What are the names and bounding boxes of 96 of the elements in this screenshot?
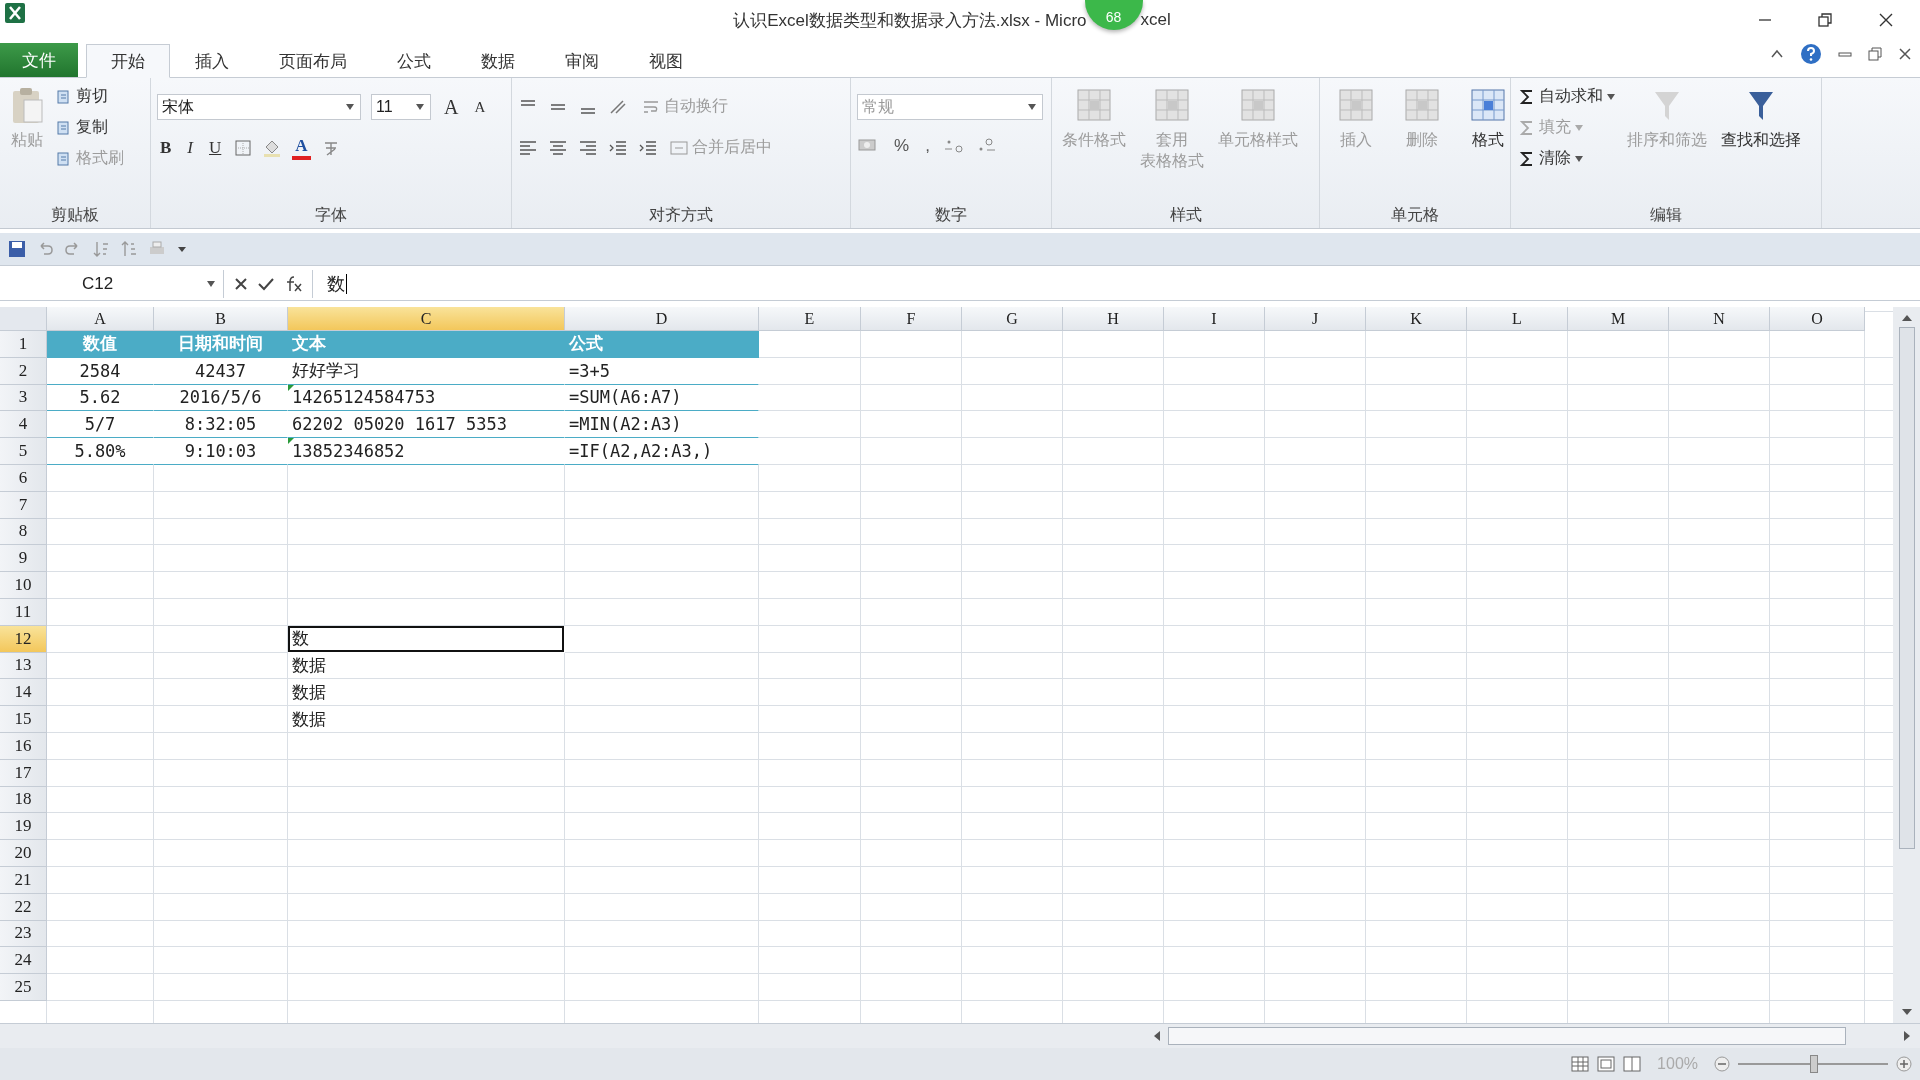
row-header[interactable]: 13: [0, 652, 47, 680]
file-tab[interactable]: 文件: [0, 43, 78, 77]
row-header[interactable]: 12: [0, 625, 47, 653]
column-header[interactable]: I: [1164, 307, 1265, 331]
row-header[interactable]: 23: [0, 920, 47, 948]
column-header[interactable]: M: [1568, 307, 1669, 331]
row-header[interactable]: 15: [0, 706, 47, 733]
table-cell[interactable]: 数: [288, 625, 565, 653]
table-cell[interactable]: 2016/5/6: [154, 384, 288, 412]
column-header[interactable]: H: [1063, 307, 1164, 331]
column-header[interactable]: A: [47, 307, 154, 331]
row-header[interactable]: 20: [0, 840, 47, 867]
table-cell[interactable]: 5/7: [47, 411, 154, 439]
table-cell[interactable]: 14265124584753: [288, 384, 565, 412]
row-header[interactable]: 24: [0, 947, 47, 975]
table-cell[interactable]: 5.80%: [47, 438, 154, 465]
table-cell[interactable]: =IF(A2,A2:A3,): [565, 438, 759, 465]
font-color-button[interactable]: A: [292, 136, 311, 160]
font-size-field[interactable]: 11: [371, 94, 431, 120]
edit-button[interactable]: 清除: [1517, 146, 1617, 171]
clipboard-button[interactable]: 剪切: [54, 84, 126, 109]
row-header[interactable]: 6: [0, 465, 47, 492]
column-header[interactable]: N: [1669, 307, 1770, 331]
column-header[interactable]: D: [565, 307, 759, 331]
table-cell[interactable]: 8:32:05: [154, 411, 288, 439]
zoom-level: 100%: [1657, 1055, 1698, 1073]
table-cell[interactable]: =MIN(A2:A3): [565, 411, 759, 439]
font-name-field[interactable]: 宋体: [157, 94, 361, 120]
ribbon-tab[interactable]: 插入: [170, 44, 254, 78]
row-header[interactable]: 10: [0, 572, 47, 599]
row-header[interactable]: 9: [0, 545, 47, 573]
column-header[interactable]: F: [861, 307, 962, 331]
shrink-font-button[interactable]: A: [471, 98, 489, 116]
format-button[interactable]: B: [157, 138, 175, 158]
clipboard-button[interactable]: 复制: [54, 115, 126, 140]
row-header[interactable]: 7: [0, 491, 47, 519]
row-header[interactable]: 17: [0, 759, 47, 787]
group-label: 数字: [934, 205, 968, 225]
group-label: 对齐方式: [648, 205, 714, 225]
ribbon-tab[interactable]: 视图: [624, 44, 708, 78]
table-cell[interactable]: 9:10:03: [154, 438, 288, 465]
table-cell[interactable]: 5.62: [47, 384, 154, 412]
column-header[interactable]: B: [154, 307, 288, 331]
table-cell[interactable]: 数据: [288, 679, 565, 707]
row-header[interactable]: 16: [0, 732, 47, 760]
group-label: 剪贴板: [50, 205, 100, 225]
group-label: 编辑: [1649, 205, 1683, 225]
name-box[interactable]: C12: [0, 270, 224, 298]
row-header[interactable]: 8: [0, 518, 47, 546]
window-title: xcel: [1140, 10, 1171, 30]
group-label: 样式: [1168, 205, 1203, 225]
column-header[interactable]: J: [1265, 307, 1366, 331]
formula-field[interactable]: 数: [312, 270, 1920, 298]
row-header[interactable]: 11: [0, 598, 47, 626]
table-cell[interactable]: 2584: [47, 357, 154, 385]
column-header[interactable]: K: [1366, 307, 1467, 331]
ribbon-button[interactable]: 格式: [1458, 84, 1518, 153]
group-label: 字体: [314, 205, 348, 225]
row-header[interactable]: 4: [0, 411, 47, 439]
table-cell[interactable]: =SUM(A6:A7): [565, 384, 759, 412]
table-cell[interactable]: 13852346852: [288, 438, 565, 465]
ribbon-tab[interactable]: 开始: [86, 44, 170, 78]
table-cell[interactable]: =3+5: [565, 357, 759, 385]
ribbon-tab[interactable]: 数据: [456, 44, 540, 78]
ribbon-button[interactable]: 查找和选择: [1717, 84, 1805, 153]
column-header[interactable]: G: [962, 307, 1063, 331]
table-cell[interactable]: 数据: [288, 706, 565, 733]
row-header[interactable]: 1: [0, 331, 47, 358]
table-cell[interactable]: 62202 05020 1617 5353: [288, 411, 565, 439]
column-header[interactable]: O: [1770, 307, 1865, 331]
table-cell[interactable]: 42437: [154, 357, 288, 385]
column-header[interactable]: C: [288, 307, 565, 331]
row-header[interactable]: 18: [0, 786, 47, 814]
table-cell[interactable]: 好好学习: [288, 357, 565, 385]
row-header[interactable]: 19: [0, 813, 47, 841]
row-header[interactable]: 14: [0, 679, 47, 707]
ribbon-tab[interactable]: 页面布局: [254, 44, 372, 78]
format-button[interactable]: U: [206, 138, 225, 158]
column-header[interactable]: L: [1467, 307, 1568, 331]
row-header[interactable]: 22: [0, 893, 47, 921]
ribbon-tab[interactable]: 审阅: [540, 44, 624, 78]
number-style-button[interactable]: %: [891, 136, 913, 156]
row-header[interactable]: 3: [0, 384, 47, 412]
row-header[interactable]: 21: [0, 866, 47, 894]
column-header[interactable]: E: [759, 307, 861, 331]
group-label: 单元格: [1390, 205, 1440, 225]
row-header[interactable]: 2: [0, 357, 47, 385]
edit-button[interactable]: 自动求和: [1517, 84, 1617, 109]
table-cell[interactable]: 数据: [288, 652, 565, 680]
ribbon-tab[interactable]: 公式: [372, 44, 456, 78]
number-style-button[interactable]: ,: [922, 136, 933, 156]
row-header[interactable]: 25: [0, 974, 47, 1001]
format-button[interactable]: I: [184, 138, 196, 158]
row-header[interactable]: 5: [0, 438, 47, 465]
window-title: 认识Excel数据类型和数据录入方法.xlsx - Micro: [733, 9, 1087, 32]
grow-font-button[interactable]: A: [441, 95, 462, 119]
